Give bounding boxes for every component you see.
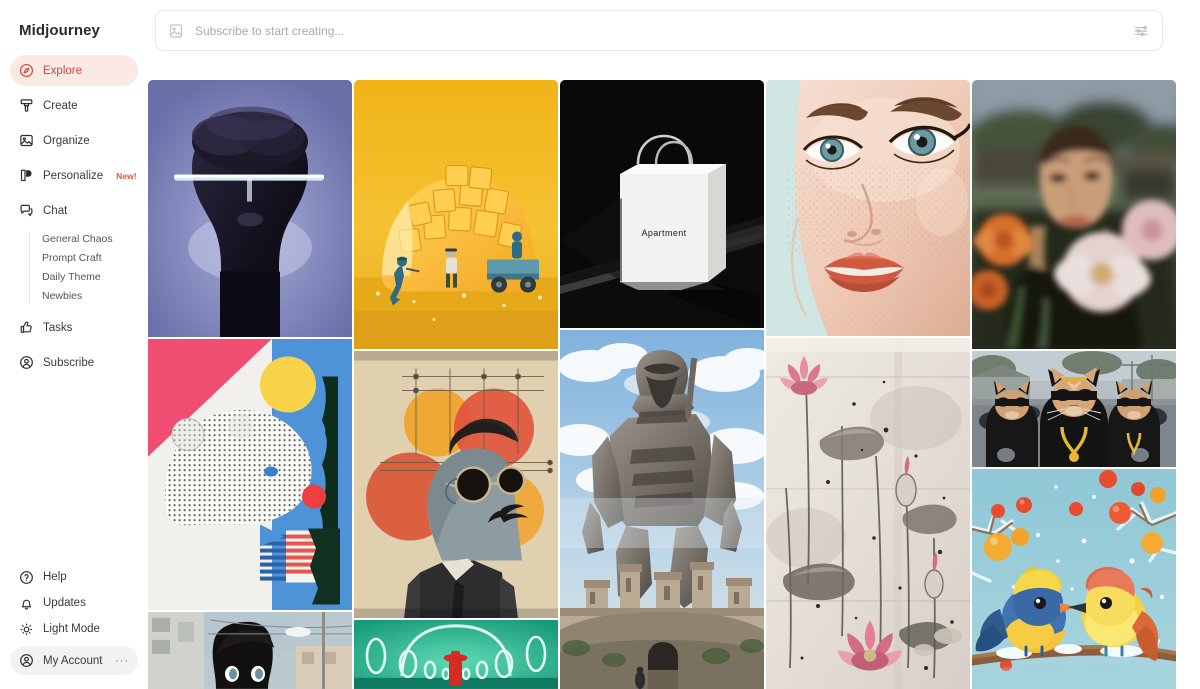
gallery-tile-gangster-cats-sunglasses[interactable] <box>972 351 1176 467</box>
avatar <box>19 653 34 668</box>
image-icon <box>19 133 34 148</box>
sidebar-item-label: Personalize <box>43 169 104 182</box>
gallery-column: Apartment <box>560 80 764 689</box>
sidebar-item-organize[interactable]: Organize <box>10 125 138 156</box>
gallery-tile-blurred-woman-with-flowers[interactable] <box>972 80 1176 349</box>
sidebar-item-subscribe[interactable]: Subscribe <box>10 347 138 378</box>
gallery-column <box>354 80 558 689</box>
sun-icon <box>19 622 34 637</box>
image-gallery: Apartment <box>148 80 1200 689</box>
chat-channel-prompt-craft[interactable]: Prompt Craft <box>29 249 138 268</box>
svg-text:Apartment: Apartment <box>641 228 686 238</box>
sliders-icon[interactable] <box>1133 23 1149 39</box>
app-root: Midjourney Explore Create Organize Perso… <box>0 0 1200 689</box>
chat-icon <box>19 203 34 218</box>
gallery-tile-apartment-paper-bag-mockup[interactable]: Apartment <box>560 80 764 328</box>
primary-nav: Explore Create Organize Personalize New!… <box>0 52 148 382</box>
help-circle-icon <box>19 570 34 585</box>
sidebar-item-label: Organize <box>43 134 90 147</box>
gallery-tile-halftone-polar-bear-collage[interactable] <box>148 339 352 611</box>
sidebar-footer: Help Updates Light Mode My Account ··· <box>0 565 148 689</box>
gallery-tile-neon-rings-red-figure[interactable] <box>354 620 558 689</box>
gallery-tile-freckled-woman-closeup[interactable] <box>766 80 970 336</box>
gallery-tile-anime-boy-street-scene[interactable] <box>148 612 352 689</box>
sidebar-item-my-account[interactable]: My Account ··· <box>10 646 138 675</box>
gallery-tile-winter-birds-on-branch[interactable] <box>972 469 1176 689</box>
sidebar-item-label: Help <box>43 571 67 583</box>
sidebar-item-light-mode[interactable]: Light Mode <box>10 617 138 641</box>
gallery-column <box>972 80 1176 689</box>
app-logo[interactable]: Midjourney <box>0 0 148 52</box>
chat-channel-general-chaos[interactable]: General Chaos <box>29 230 138 249</box>
brush-icon <box>19 98 34 113</box>
gallery-tile-miniature-workers-mango[interactable] <box>354 80 558 350</box>
sidebar-item-chat[interactable]: Chat <box>10 195 138 226</box>
bell-icon <box>19 596 34 611</box>
sidebar-item-label: Tasks <box>43 321 73 334</box>
chat-channel-daily-theme[interactable]: Daily Theme <box>29 268 138 287</box>
gallery-tile-lotus-ink-wall-painting[interactable] <box>766 338 970 689</box>
gallery-column <box>148 80 352 689</box>
gallery-column <box>766 80 970 689</box>
sidebar-item-label: Chat <box>43 204 68 217</box>
thumbs-up-icon <box>19 320 34 335</box>
sidebar-item-label: Create <box>43 99 78 112</box>
sidebar-item-label: Subscribe <box>43 356 95 369</box>
gallery-tile-dark-sculpted-head-portrait[interactable] <box>148 80 352 338</box>
palette-icon <box>19 168 34 183</box>
sidebar-item-label: Updates <box>43 597 86 609</box>
status-badge: New! <box>116 170 137 181</box>
sidebar-item-tasks[interactable]: Tasks <box>10 312 138 343</box>
sidebar-item-explore[interactable]: Explore <box>10 55 138 86</box>
sidebar-item-personalize[interactable]: Personalize New! <box>10 160 138 191</box>
compass-icon <box>19 63 34 78</box>
image-icon <box>168 23 184 39</box>
gallery-tile-vintage-man-sunglasses-poster[interactable] <box>354 351 558 619</box>
sidebar-item-updates[interactable]: Updates <box>10 591 138 615</box>
sidebar-item-label: Explore <box>43 64 82 77</box>
main-content: Subscribe to start creating... Apartment <box>148 0 1200 689</box>
user-circle-icon <box>19 355 34 370</box>
sidebar-item-help[interactable]: Help <box>10 565 138 589</box>
more-options-icon[interactable]: ··· <box>115 655 129 667</box>
chat-channel-list: General Chaos Prompt Craft Daily Theme N… <box>10 230 138 306</box>
sidebar-item-create[interactable]: Create <box>10 90 138 121</box>
search-input[interactable]: Subscribe to start creating... <box>195 24 1133 38</box>
chat-channel-newbies[interactable]: Newbies <box>29 287 138 306</box>
sidebar: Midjourney Explore Create Organize Perso… <box>0 0 148 689</box>
gallery-tile-stone-titan-over-castle[interactable] <box>560 330 764 689</box>
sidebar-item-label: My Account <box>43 654 103 667</box>
sidebar-item-label: Light Mode <box>43 623 100 635</box>
prompt-bar[interactable]: Subscribe to start creating... <box>155 10 1163 51</box>
